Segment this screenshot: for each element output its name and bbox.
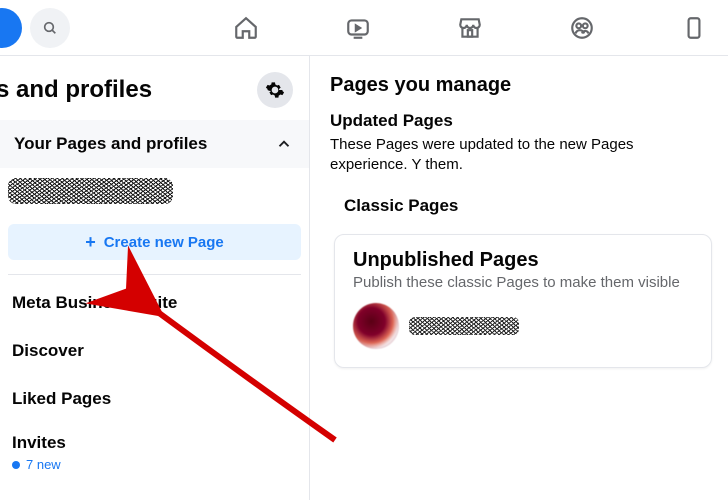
nav-more[interactable] — [666, 0, 722, 56]
more-icon — [687, 15, 701, 41]
classic-pages-title: Classic Pages — [344, 196, 712, 216]
invites-count: 7 new — [26, 457, 61, 472]
redacted-text — [8, 178, 173, 204]
invites-label: Invites — [12, 433, 297, 453]
unpublished-pages-card: Unpublished Pages Publish these classic … — [334, 234, 712, 368]
top-bar — [0, 0, 728, 56]
settings-button[interactable] — [257, 72, 293, 108]
search-icon — [42, 20, 58, 36]
plus-icon: + — [85, 232, 96, 253]
groups-icon — [569, 15, 595, 41]
search-button[interactable] — [30, 8, 70, 48]
nav-tabs — [70, 0, 720, 56]
redacted-page-item[interactable] — [0, 174, 309, 214]
unpublished-desc: Publish these classic Pages to make them… — [353, 274, 693, 291]
sidebar-title: ges and profiles — [0, 76, 152, 104]
nav-marketplace[interactable] — [442, 0, 498, 56]
content-area: ges and profiles Your Pages and profiles… — [0, 56, 728, 500]
unpublished-title: Unpublished Pages — [353, 249, 693, 272]
nav-watch[interactable] — [330, 0, 386, 56]
updated-pages-desc: These Pages were updated to the new Page… — [330, 135, 712, 174]
sidebar-item-invites[interactable]: Invites 7 new — [0, 423, 309, 486]
invites-badge: 7 new — [12, 457, 297, 472]
sidebar-item-liked-pages[interactable]: Liked Pages — [0, 375, 309, 423]
sidebar: ges and profiles Your Pages and profiles… — [0, 56, 310, 500]
divider — [8, 274, 301, 275]
facebook-logo[interactable] — [0, 8, 22, 48]
gear-icon — [265, 80, 285, 100]
updated-pages-title: Updated Pages — [330, 111, 712, 131]
sidebar-header: ges and profiles — [0, 64, 309, 120]
create-page-button[interactable]: + Create new Page — [8, 224, 301, 260]
main-panel: Pages you manage Updated Pages These Pag… — [310, 56, 728, 500]
redacted-name — [409, 317, 519, 335]
dot-icon — [12, 461, 20, 469]
expander-label: Your Pages and profiles — [14, 134, 207, 154]
create-page-label: Create new Page — [104, 234, 224, 251]
pages-you-manage-title: Pages you manage — [330, 74, 712, 97]
home-icon — [233, 15, 259, 41]
nav-home[interactable] — [218, 0, 274, 56]
chevron-up-icon — [275, 135, 293, 153]
marketplace-icon — [457, 15, 483, 41]
watch-icon — [345, 15, 371, 41]
sidebar-item-meta-business-suite[interactable]: Meta Business Suite — [0, 279, 309, 327]
redacted-avatar — [353, 303, 399, 349]
your-pages-expander[interactable]: Your Pages and profiles — [0, 120, 309, 168]
redacted-page-entry[interactable] — [353, 303, 693, 349]
nav-groups[interactable] — [554, 0, 610, 56]
sidebar-item-discover[interactable]: Discover — [0, 327, 309, 375]
